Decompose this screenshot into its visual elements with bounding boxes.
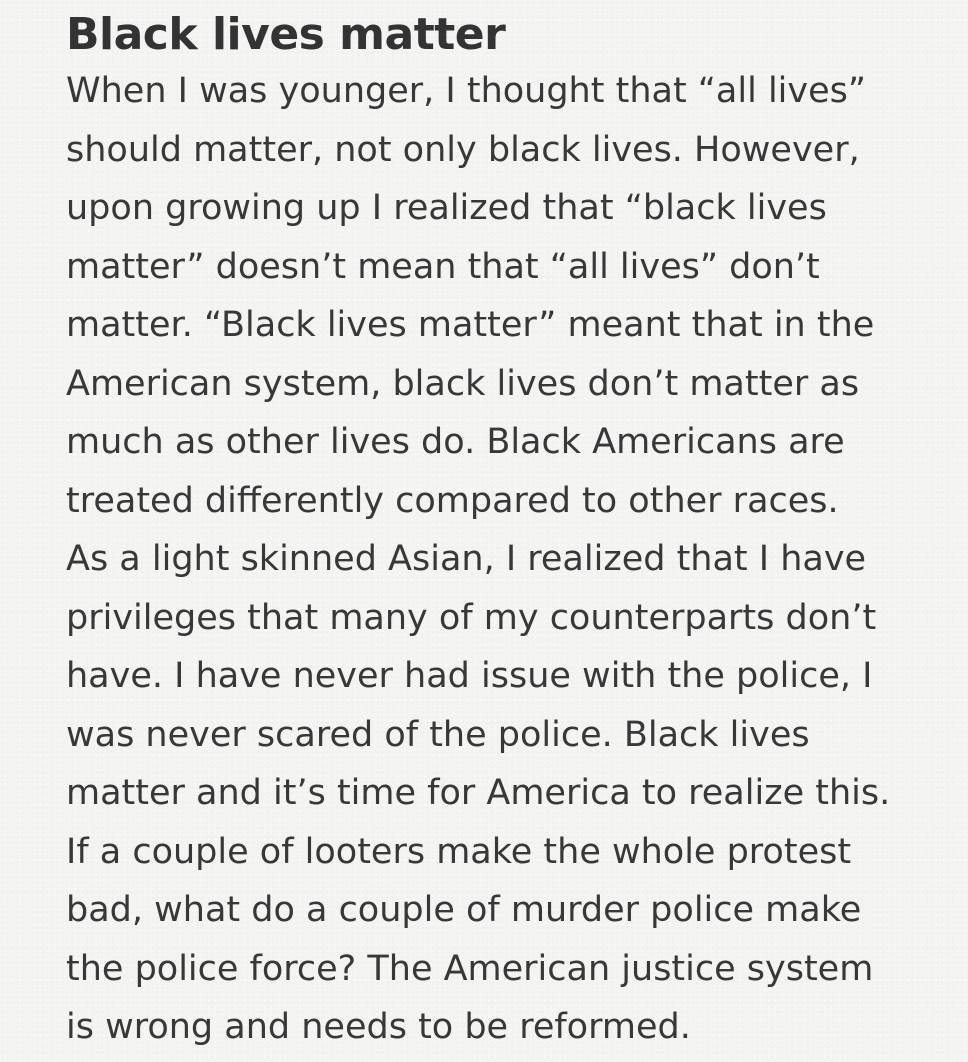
note-line: American system, black lives don’t matte… [66, 363, 860, 404]
note-line: is wrong and needs to be reformed. [66, 1007, 691, 1047]
note-line: bad, what do a couple of murder police m… [66, 890, 862, 930]
note-line: As a light skinned Asian, I realized tha… [66, 539, 867, 579]
note-line: upon growing up I realized that “black l… [66, 188, 827, 228]
note-line: When I was younger, I thought that “all … [66, 71, 867, 111]
note-line: have. I have never had issue with the po… [66, 656, 873, 696]
note-body: When I was younger, I thought that “all … [66, 62, 936, 1057]
note-line: privileges that many of my counterparts … [66, 597, 877, 638]
note-line: matter and it’s time for America to real… [66, 773, 891, 813]
note-line: was never scared of the police. Black li… [66, 714, 810, 755]
note-line: matter” doesn’t mean that “all lives” do… [66, 246, 820, 287]
note-line: much as other lives do. Black Americans … [66, 422, 845, 462]
note-title: Black lives matter [66, 9, 506, 60]
note-line: matter. “Black lives matter” meant that … [66, 305, 875, 345]
note-line: treated differently compared to other ra… [66, 480, 839, 521]
note: Black lives matter When I was younger, I… [66, 8, 936, 1057]
note-line: should matter, not only black lives. How… [66, 129, 860, 170]
note-line: the police force? The American justice s… [66, 948, 874, 989]
note-line: If a couple of looters make the whole pr… [66, 831, 852, 872]
